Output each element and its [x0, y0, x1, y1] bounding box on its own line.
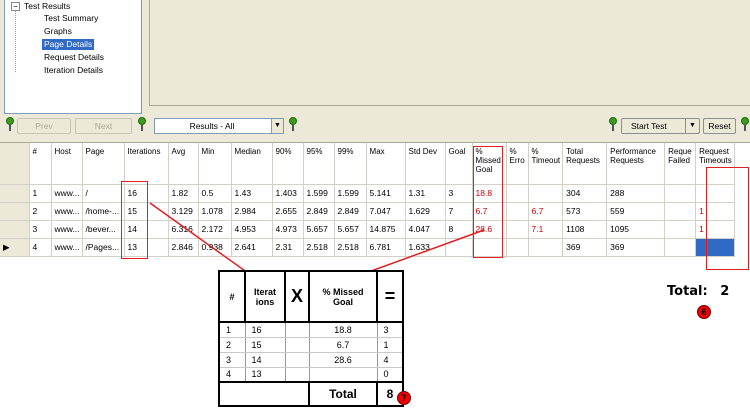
timeouts-total: Total: 2	[667, 284, 729, 299]
calc-cell: 3	[218, 352, 245, 368]
calc-cell: 6.7	[308, 337, 377, 353]
calc-cell: 18.8	[308, 322, 377, 338]
calc-cell: 14	[244, 352, 285, 368]
calc-cell: 4	[376, 352, 403, 368]
calc-row: 1 16 18.8 3	[218, 322, 403, 338]
timeouts-total-value: 2	[720, 284, 730, 299]
calc-cell: 13	[244, 367, 285, 383]
calc-cell	[284, 352, 309, 368]
calc-cell	[284, 367, 309, 383]
calculation-table: # Iterat ions X % Missed Goal = 1 16 18.8 3…	[218, 270, 404, 407]
calc-cell: 2	[218, 337, 245, 353]
calc-cell	[284, 322, 309, 338]
calc-header-iterations: Iterat ions	[244, 270, 286, 323]
calc-cell: 3	[376, 322, 403, 338]
calc-total-label: Total	[308, 381, 378, 407]
calc-cell: 15	[244, 337, 285, 353]
step-badge-7: 7	[397, 391, 411, 405]
calc-cell: 28.6	[308, 352, 377, 368]
calc-row: 4 13 0	[218, 367, 403, 383]
calc-total-row: Total 8	[219, 381, 404, 407]
calc-cell: 1	[376, 337, 403, 353]
calc-cell: 4	[218, 367, 245, 383]
multiply-sign: X	[284, 270, 310, 323]
calc-row: 3 14 28.6 4	[218, 352, 403, 368]
calc-cell: 16	[244, 322, 285, 338]
calc-cell: 1	[218, 322, 245, 338]
calc-cell: 0	[376, 367, 403, 383]
calc-header-missed-goal: % Missed Goal	[308, 270, 378, 323]
calc-row: 2 15 6.7 1	[218, 337, 403, 353]
calc-header-row: # Iterat ions X % Missed Goal =	[218, 270, 404, 323]
calc-header-index: #	[218, 270, 246, 323]
timeouts-total-label: Total:	[667, 284, 708, 299]
step-badge-6: 6	[697, 305, 711, 319]
calc-cell	[308, 367, 377, 383]
equals-sign: =	[376, 270, 404, 323]
calc-cell	[284, 337, 309, 353]
